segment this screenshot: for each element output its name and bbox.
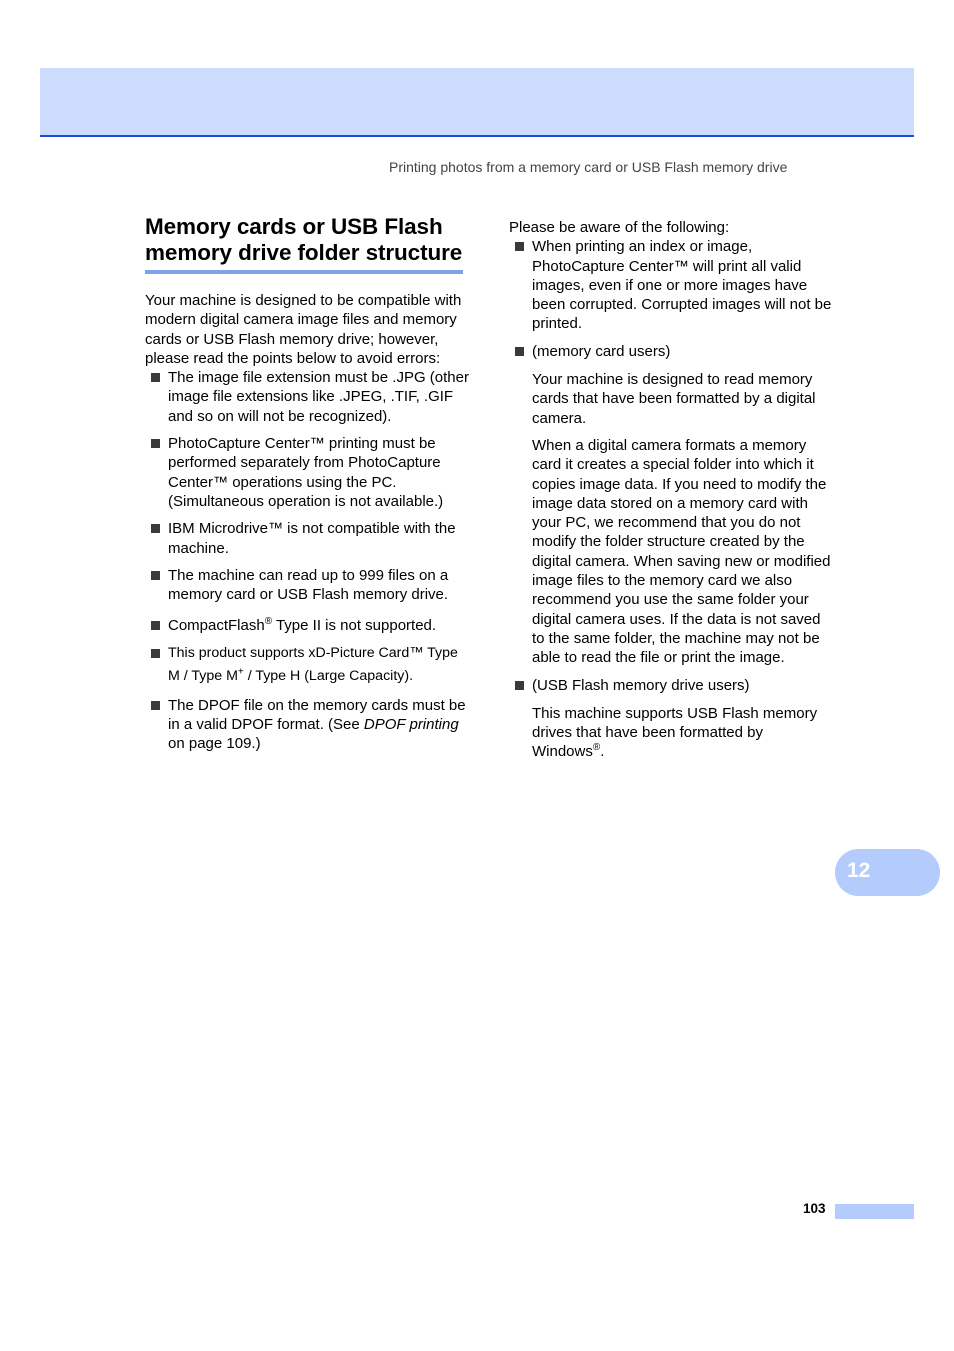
notes-list: When printing an index or image, PhotoCa… xyxy=(509,237,834,761)
list-item: The image file extension must be .JPG (o… xyxy=(145,368,470,426)
list-item: (USB Flash memory drive users) This mach… xyxy=(509,676,834,762)
intro-paragraph: Your machine is designed to be compatibl… xyxy=(145,292,462,367)
square-bullet-icon xyxy=(515,242,524,252)
square-bullet-icon xyxy=(151,524,160,534)
usb-note: This machine supports USB Flash memory d… xyxy=(532,704,818,761)
square-bullet-icon xyxy=(515,346,524,356)
left-column: Memory cards or USB Flash memory drive f… xyxy=(145,214,470,762)
right-intro: Please be aware of the following: xyxy=(509,219,730,236)
square-bullet-icon xyxy=(151,570,160,580)
list-item: PhotoCapture Center™ printing must be pe… xyxy=(145,434,470,511)
list-item: When printing an index or image, PhotoCa… xyxy=(509,237,834,333)
running-head: Printing photos from a memory card or US… xyxy=(389,159,788,175)
square-bullet-icon xyxy=(151,439,160,449)
section-title: Memory cards or USB Flash memory drive f… xyxy=(145,214,463,274)
registered-mark: ® xyxy=(264,616,273,628)
requirements-list: The image file extension must be .JPG (o… xyxy=(145,368,470,753)
cross-reference-link[interactable]: DPOF printing xyxy=(364,716,459,733)
chapter-number: 12 xyxy=(847,859,871,882)
list-item: The machine can read up to 999 files on … xyxy=(145,566,470,605)
right-column: Please be aware of the following: When p… xyxy=(509,218,834,770)
list-item: This product supports xD-Picture Card™ T… xyxy=(145,642,470,688)
list-item: (memory card users) Your machine is desi… xyxy=(509,342,834,668)
footer-bar xyxy=(835,1204,914,1219)
square-bullet-icon xyxy=(151,621,160,631)
square-bullet-icon xyxy=(151,700,160,710)
header-band xyxy=(40,68,914,137)
folder-structure-note: When a digital camera formats a memory c… xyxy=(532,436,831,667)
memory-card-note: Your machine is designed to read memory … xyxy=(532,371,816,427)
square-bullet-icon xyxy=(515,680,524,690)
page-number: 103 xyxy=(803,1201,826,1216)
list-item: IBM Microdrive™ is not compatible with t… xyxy=(145,519,470,558)
square-bullet-icon xyxy=(151,648,160,658)
square-bullet-icon xyxy=(151,373,160,383)
list-item: CompactFlash® Type II is not supported. xyxy=(145,616,470,635)
chapter-tab: 12 xyxy=(835,849,940,896)
list-item: The DPOF file on the memory cards must b… xyxy=(145,696,470,754)
